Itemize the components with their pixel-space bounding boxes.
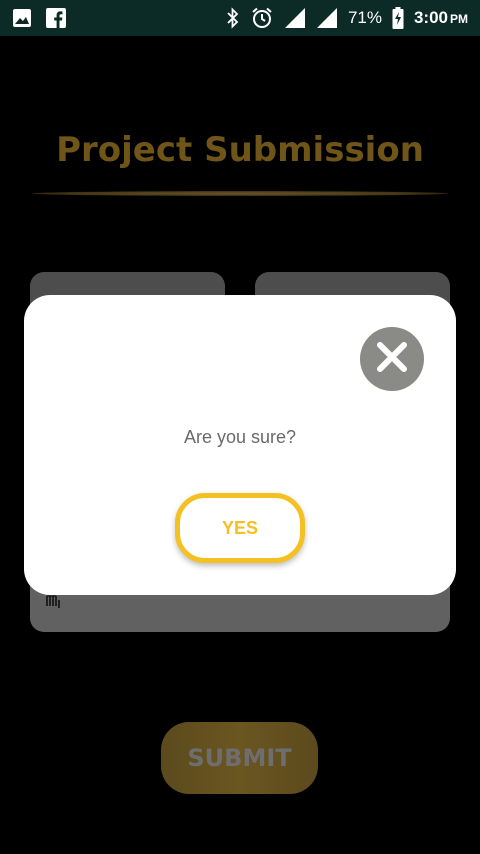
status-right: 71% 3:00 PM <box>226 6 468 30</box>
status-bar: 71% 3:00 PM <box>0 0 480 36</box>
submit-button[interactable]: SUBMIT <box>161 722 318 794</box>
bluetooth-icon <box>226 7 240 29</box>
status-left <box>12 8 66 28</box>
clock-ampm: PM <box>450 12 468 26</box>
title-divider <box>32 191 448 196</box>
page-title: Project Submission <box>56 130 424 170</box>
clock-time: 3:00 <box>413 8 448 27</box>
signal-icon <box>284 7 306 29</box>
facebook-icon <box>46 8 66 28</box>
dialog-message: Are you sure? <box>183 427 297 447</box>
signal-icon <box>316 7 338 29</box>
alarm-icon <box>250 6 274 30</box>
confirm-dialog: Are you sure? YES <box>24 295 456 595</box>
clock: 3:00 PM <box>414 8 468 28</box>
battery-percentage: 71% <box>347 8 382 27</box>
yes-button[interactable]: YES <box>175 493 305 563</box>
close-icon <box>375 340 409 379</box>
image-icon <box>12 8 32 28</box>
battery-charging-icon <box>392 7 404 29</box>
close-button[interactable] <box>360 327 424 391</box>
